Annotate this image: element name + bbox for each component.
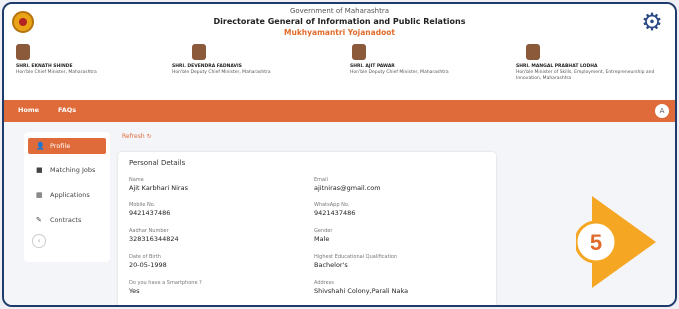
sidebar-item-label: Applications: [50, 191, 90, 199]
field-gender: Gender Male: [314, 228, 484, 244]
nav-faqs-link[interactable]: FAQs: [58, 106, 76, 114]
chevron-left-icon[interactable]: ‹: [32, 234, 46, 248]
top-nav: Home FAQs A: [4, 100, 675, 122]
field-aadhar: Aadhar Number 328316344824: [129, 228, 299, 244]
sidebar-item-matching-jobs[interactable]: ■ Matching Jobs: [28, 162, 106, 178]
leader-3: SHRI. AJIT PAWAR Hon'ble Deputy Chief Mi…: [350, 44, 510, 76]
field-label: Gender: [314, 228, 333, 234]
leader-photo: [352, 44, 366, 60]
field-name: Name Ajit Karbhari Niras: [129, 177, 299, 193]
leader-1: SHRI. EKNATH SHINDE Hon'ble Chief Minist…: [16, 44, 176, 76]
field-label: Highest Educational Qualification: [314, 254, 398, 260]
leader-desc: Hon'ble Deputy Chief Minister, Maharasht…: [350, 70, 449, 75]
header-line3: Mukhyamantri Yojanadoot: [284, 28, 395, 37]
field-value: Shivshahi Colony,Parali Naka: [314, 287, 409, 295]
header-line1: Government of Maharashtra: [289, 7, 390, 15]
step-number: 5: [590, 230, 602, 255]
field-label: Aadhar Number: [129, 228, 169, 234]
main-content: 👤 Profile ■ Matching Jobs ▦ Applications…: [4, 122, 675, 305]
card-title: Personal Details: [129, 159, 186, 167]
field-value: Male: [314, 235, 330, 243]
field-label: Name: [129, 177, 144, 183]
leader-desc: Hon'ble Deputy Chief Minister, Maharasht…: [172, 70, 271, 75]
sidebar-item-applications[interactable]: ▦ Applications: [28, 187, 106, 203]
nav-home-link[interactable]: Home: [18, 106, 39, 114]
sidebar: 👤 Profile ■ Matching Jobs ▦ Applications…: [24, 132, 110, 262]
field-value: 20-05-1998: [129, 261, 167, 269]
field-label: Email: [314, 177, 328, 183]
user-avatar[interactable]: A: [655, 104, 669, 118]
field-value: 9421437486: [129, 209, 171, 217]
pencil-icon: ✎: [36, 216, 42, 224]
step-badge: 5: [576, 196, 656, 288]
refresh-link[interactable]: Refresh ↻: [122, 133, 152, 140]
header-line2: Directorate General of Information and P…: [213, 17, 466, 26]
grid-icon: ▦: [36, 191, 43, 199]
sidebar-item-profile[interactable]: 👤 Profile: [28, 138, 106, 154]
person-icon: 👤: [36, 142, 45, 150]
briefcase-icon: ■: [36, 166, 43, 174]
field-value: Yes: [129, 287, 140, 295]
sidebar-item-label: Contracts: [50, 216, 82, 224]
leader-photo: [192, 44, 206, 60]
field-smartphone: Do you have a Smartphone ? Yes: [129, 280, 299, 296]
header: ⚙ Government of Maharashtra Directorate …: [4, 4, 675, 100]
leader-desc: Hon'ble Chief Minister, Maharashtra: [16, 70, 97, 75]
field-label: Do you have a Smartphone ?: [129, 280, 202, 286]
field-whatsapp: WhatsApp No. 9421437486: [314, 202, 484, 218]
sidebar-item-label: Profile: [50, 142, 71, 150]
field-label: WhatsApp No.: [314, 202, 350, 208]
field-email: Email ajitniras@gmail.com: [314, 177, 484, 193]
leader-2: SHRI. DEVENDRA FADNAVIS Hon'ble Deputy C…: [172, 44, 332, 76]
field-label: Mobile No.: [129, 202, 156, 208]
field-address: Address Shivshahi Colony,Parali Naka: [314, 280, 484, 296]
sidebar-item-label: Matching Jobs: [50, 166, 96, 174]
field-value: 328316344824: [129, 235, 179, 243]
field-value: 9421437486: [314, 209, 356, 217]
field-label: Address: [314, 280, 334, 286]
personal-details-card: Personal Details Name Ajit Karbhari Nira…: [118, 152, 496, 305]
leader-photo: [526, 44, 540, 60]
field-value: ajitniras@gmail.com: [314, 184, 381, 192]
field-mobile: Mobile No. 9421437486: [129, 202, 299, 218]
leader-photo: [16, 44, 30, 60]
leader-desc: Hon'ble Minister of Skills, Employment, …: [516, 70, 655, 81]
sidebar-item-contracts[interactable]: ✎ Contracts: [28, 212, 106, 228]
field-value: Ajit Karbhari Niras: [129, 184, 188, 192]
field-dob: Date of Birth 20-05-1998: [129, 254, 299, 270]
field-label: Date of Birth: [129, 254, 161, 260]
field-qualification: Highest Educational Qualification Bachel…: [314, 254, 484, 270]
field-value: Bachelor's: [314, 261, 348, 269]
leader-4: SHRI. MANGAL PRABHAT LODHA Hon'ble Minis…: [516, 44, 668, 82]
